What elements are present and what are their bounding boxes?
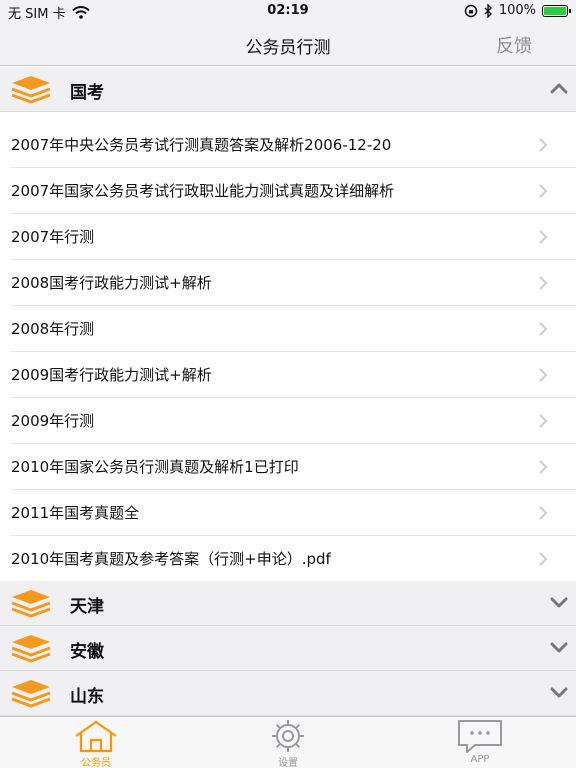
chevron-down-icon <box>550 687 568 698</box>
layers-icon <box>11 680 51 708</box>
list-item-title: 2008年行测 <box>11 320 95 338</box>
chevron-down-icon <box>550 642 568 653</box>
layers-icon <box>11 635 51 663</box>
chevron-right-icon <box>539 230 548 244</box>
list-item-title: 2009年行测 <box>11 412 95 430</box>
section-header-tianjin[interactable]: 天津 <box>0 581 576 626</box>
status-right: 100% <box>464 3 571 18</box>
chevron-right-icon <box>539 184 548 198</box>
list-item[interactable]: 2010年国家公务员行测真题及解析1已打印 <box>0 444 576 490</box>
home-icon <box>75 720 117 753</box>
tab-app[interactable]: APP <box>420 719 540 768</box>
navigation-bar: 公务员行测 反馈 <box>0 22 576 66</box>
battery-percent: 100% <box>498 3 536 18</box>
section-header-shandong[interactable]: 山东 <box>0 671 576 716</box>
list-item-title: 2007年行测 <box>11 228 95 246</box>
section-label: 天津 <box>70 597 104 617</box>
layers-icon <box>11 590 51 618</box>
chevron-right-icon <box>539 552 548 566</box>
section-label: 安徽 <box>70 642 104 662</box>
section-label: 国考 <box>70 83 104 103</box>
list-item-title: 2010年国考真题及参考答案（行测+申论）.pdf <box>11 550 331 568</box>
list-item[interactable]: 2010年国考真题及参考答案（行测+申论）.pdf <box>0 536 576 582</box>
list-item-title: 2010年国家公务员行测真题及解析1已打印 <box>11 458 299 476</box>
list-item-title: 2007年国家公务员考试行政职业能力测试真题及详细解析 <box>11 182 395 200</box>
status-bar: 无 SIM 卡 02:19 100% <box>0 0 576 22</box>
chevron-right-icon <box>539 506 548 520</box>
list-item[interactable]: 2009国考行政能力测试+解析 <box>0 352 576 398</box>
tab-label: APP <box>470 754 490 765</box>
section-label: 山东 <box>70 687 104 707</box>
list-item[interactable]: 2011年国考真题全 <box>0 490 576 536</box>
gear-icon <box>272 720 304 752</box>
list-item-title: 2011年国考真题全 <box>11 504 140 522</box>
page-title: 公务员行测 <box>245 38 331 58</box>
tab-civil-servant[interactable]: 公务员 <box>36 719 156 768</box>
battery-icon <box>542 4 571 17</box>
list-item[interactable]: 2007年国家公务员考试行政职业能力测试真题及详细解析 <box>0 168 576 214</box>
layers-icon <box>11 76 51 104</box>
list-item-title: 2007年中央公务员考试行测真题答案及解析2006-12-20 <box>11 136 392 154</box>
chevron-right-icon <box>539 138 548 152</box>
chevron-right-icon <box>539 276 548 290</box>
tab-label: 公务员 <box>81 758 111 768</box>
tab-settings[interactable]: 设置 <box>228 719 348 768</box>
chevron-right-icon <box>539 414 548 428</box>
chevron-right-icon <box>539 460 548 474</box>
chevron-right-icon <box>539 322 548 336</box>
list-item[interactable]: 2007年行测 <box>0 214 576 260</box>
bluetooth-icon <box>484 3 492 18</box>
feedback-button[interactable]: 反馈 <box>496 32 532 58</box>
chevron-right-icon <box>539 368 548 382</box>
list-item[interactable]: 2009年行测 <box>0 398 576 444</box>
list-item-title: 2009国考行政能力测试+解析 <box>11 366 212 384</box>
list-item-title: 2008国考行政能力测试+解析 <box>11 274 212 292</box>
chevron-down-icon <box>550 597 568 608</box>
list-item[interactable]: 2008年行测 <box>0 306 576 352</box>
list-item[interactable]: 2007年中央公务员考试行测真题答案及解析2006-12-20 <box>0 122 576 168</box>
list-item[interactable]: 2008国考行政能力测试+解析 <box>0 260 576 306</box>
tab-label: 设置 <box>278 758 298 768</box>
orientation-lock-icon <box>464 4 478 17</box>
chat-bubble-icon <box>458 720 502 753</box>
section-header-anhui[interactable]: 安徽 <box>0 626 576 671</box>
tab-bar: 公务员 设置 APP <box>0 716 576 768</box>
section-header-guokao[interactable]: 国考 <box>0 67 576 112</box>
chevron-up-icon <box>550 83 568 94</box>
